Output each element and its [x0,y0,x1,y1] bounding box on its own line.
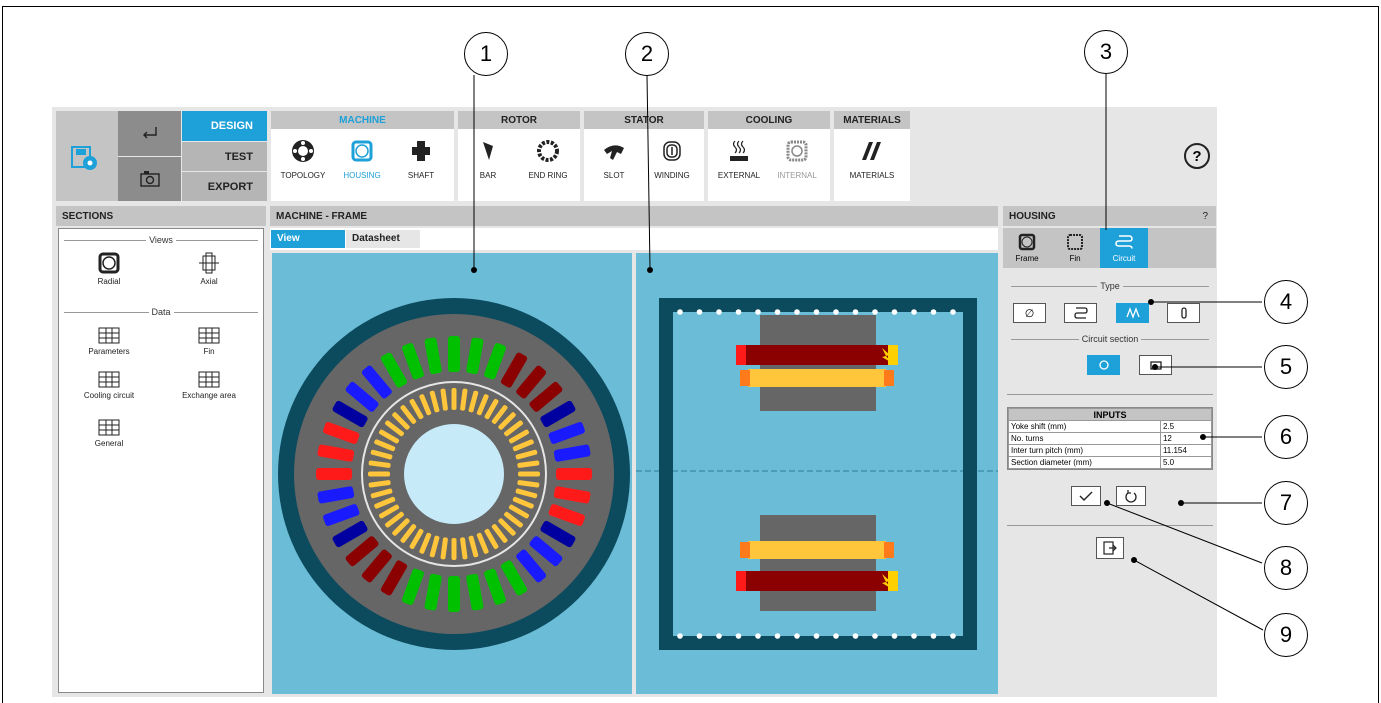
callout-3: 3 [1084,30,1128,74]
callout-6: 6 [1264,415,1308,459]
callout-5: 5 [1264,345,1308,389]
callout-lines [471,74,1264,631]
callout-8: 8 [1264,546,1308,590]
callout-1: 1 [464,32,508,76]
callout-7: 7 [1264,481,1308,525]
callout-2: 2 [625,32,669,76]
callout-4: 4 [1264,280,1308,324]
callout-9: 9 [1264,613,1308,657]
